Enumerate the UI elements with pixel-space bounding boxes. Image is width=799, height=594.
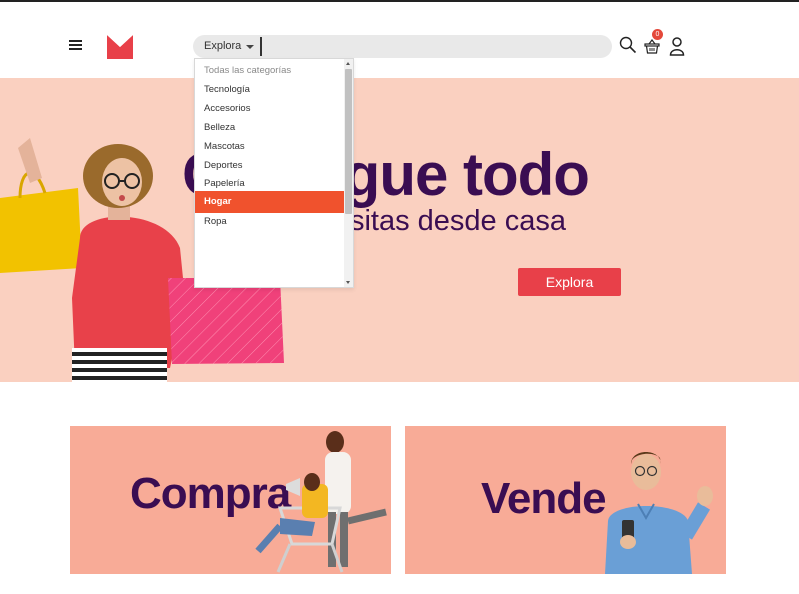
dropdown-item[interactable]: Mascotas bbox=[195, 137, 345, 156]
dropdown-item[interactable]: Todas las categorías bbox=[195, 61, 345, 80]
dropdown-item[interactable]: Tecnología bbox=[195, 80, 345, 99]
explore-button[interactable]: Explora bbox=[518, 268, 621, 296]
header: Explora 0 bbox=[0, 2, 799, 78]
basket-icon[interactable] bbox=[644, 38, 660, 54]
dropdown-item[interactable]: Deportes bbox=[195, 156, 345, 175]
brand-logo[interactable] bbox=[107, 35, 133, 59]
buy-card[interactable]: Compra bbox=[70, 426, 391, 574]
scrollbar-thumb[interactable] bbox=[345, 69, 352, 214]
shopping-cart-illustration bbox=[255, 431, 387, 573]
dropdown-item[interactable]: Ropa bbox=[195, 212, 345, 231]
sell-card[interactable]: Vende bbox=[405, 426, 726, 574]
text-cursor bbox=[260, 37, 262, 56]
scroll-up-icon[interactable] bbox=[346, 62, 350, 65]
dropdown-item-selected[interactable]: Hogar bbox=[195, 191, 345, 213]
hero-banner: Consigue todo lo que necesitas desde cas… bbox=[0, 78, 799, 382]
search-icon[interactable] bbox=[619, 36, 637, 54]
cart-count-badge: 0 bbox=[652, 29, 663, 40]
scroll-down-icon[interactable] bbox=[346, 281, 350, 284]
caret-down-icon[interactable] bbox=[246, 45, 254, 49]
category-select-label[interactable]: Explora bbox=[204, 40, 241, 52]
search-input[interactable] bbox=[265, 35, 595, 58]
sell-card-label: Vende bbox=[481, 474, 607, 523]
user-icon[interactable] bbox=[669, 37, 685, 56]
dropdown-item[interactable]: Accesorios bbox=[195, 99, 345, 118]
dropdown-item[interactable]: Belleza bbox=[195, 118, 345, 137]
search-bar: Explora bbox=[193, 35, 612, 58]
seller-illustration bbox=[605, 452, 713, 574]
hamburger-icon[interactable] bbox=[69, 40, 82, 50]
dropdown-scrollbar[interactable] bbox=[344, 59, 353, 287]
category-dropdown: Todas las categorías Tecnología Accesori… bbox=[194, 58, 354, 288]
